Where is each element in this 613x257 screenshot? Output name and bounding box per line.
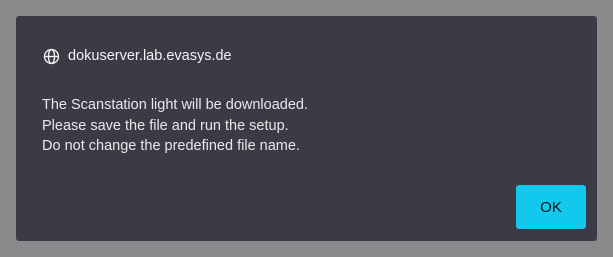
dialog-origin-text: dokuserver.lab.evasys.de (68, 48, 232, 64)
message-line: The Scanstation light will be downloaded… (42, 97, 308, 113)
ok-button[interactable]: OK (516, 185, 586, 229)
alert-dialog: dokuserver.lab.evasys.de The Scanstation… (16, 16, 597, 241)
globe-icon (42, 47, 60, 65)
dialog-origin: dokuserver.lab.evasys.de (42, 47, 232, 65)
message-line: Please save the file and run the setup. (42, 117, 289, 134)
message-line: Do not change the predefined file name. (42, 138, 300, 154)
dialog-message: The Scanstation light will be downloaded… (42, 95, 308, 157)
